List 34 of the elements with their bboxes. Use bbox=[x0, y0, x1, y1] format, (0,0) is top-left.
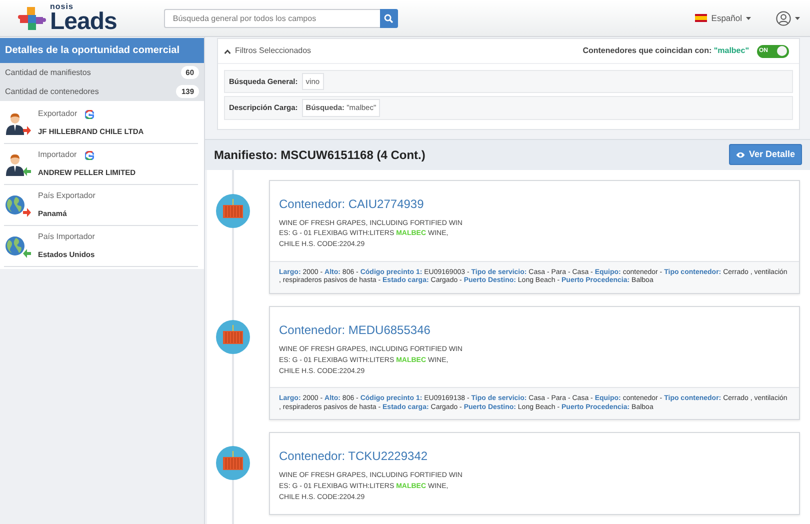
item-label: País Importador bbox=[38, 231, 95, 244]
toggle-label: Contenedores que coincidan con: "malbec" bbox=[582, 45, 749, 57]
globe-icon bbox=[4, 193, 25, 217]
caret-icon bbox=[746, 16, 751, 20]
manifest-title: Manifiesto: MSCUW6151168 (4 Cont.) bbox=[214, 146, 426, 164]
person-icon bbox=[4, 111, 25, 135]
language-selector[interactable]: Español bbox=[695, 12, 751, 24]
stat-label: Cantidad de manifiestos bbox=[5, 66, 91, 78]
view-detail-button[interactable]: Ver Detalle bbox=[728, 144, 802, 166]
logo-text: nosis bbox=[50, 3, 74, 12]
eye-icon bbox=[736, 152, 745, 158]
logo-text: Leads bbox=[50, 11, 117, 33]
item-label: Exportador bbox=[38, 108, 78, 120]
spain-flag-icon bbox=[695, 14, 708, 22]
item-label: País Exportador bbox=[38, 190, 96, 202]
puzzle-logo-icon bbox=[18, 5, 46, 31]
caret-icon bbox=[795, 16, 800, 20]
user-icon bbox=[776, 10, 791, 26]
search-field[interactable]: Búsqueda general por todos los campos bbox=[164, 8, 380, 28]
stat-label: Cantidad de contenedores bbox=[5, 86, 99, 98]
search-icon bbox=[384, 14, 394, 22]
person-icon bbox=[4, 152, 25, 176]
container-icon bbox=[216, 446, 250, 480]
container-title[interactable]: Contenedor: TCKU2229342 bbox=[279, 447, 790, 466]
container-icon bbox=[216, 194, 250, 228]
panel-title: Detalles de la oportunidad comercial bbox=[0, 38, 204, 63]
globe-icon bbox=[4, 234, 25, 258]
container-title[interactable]: Contenedor: MEDU6855346 bbox=[279, 320, 790, 339]
container-title[interactable]: Contenedor: CAIU2774939 bbox=[279, 194, 790, 212]
item-label: Importador bbox=[38, 149, 77, 162]
container-icon bbox=[216, 320, 250, 354]
user-menu[interactable] bbox=[776, 10, 800, 26]
search-button[interactable] bbox=[380, 8, 398, 28]
filters-toggle[interactable]: Filtros Seleccionados bbox=[224, 45, 312, 57]
